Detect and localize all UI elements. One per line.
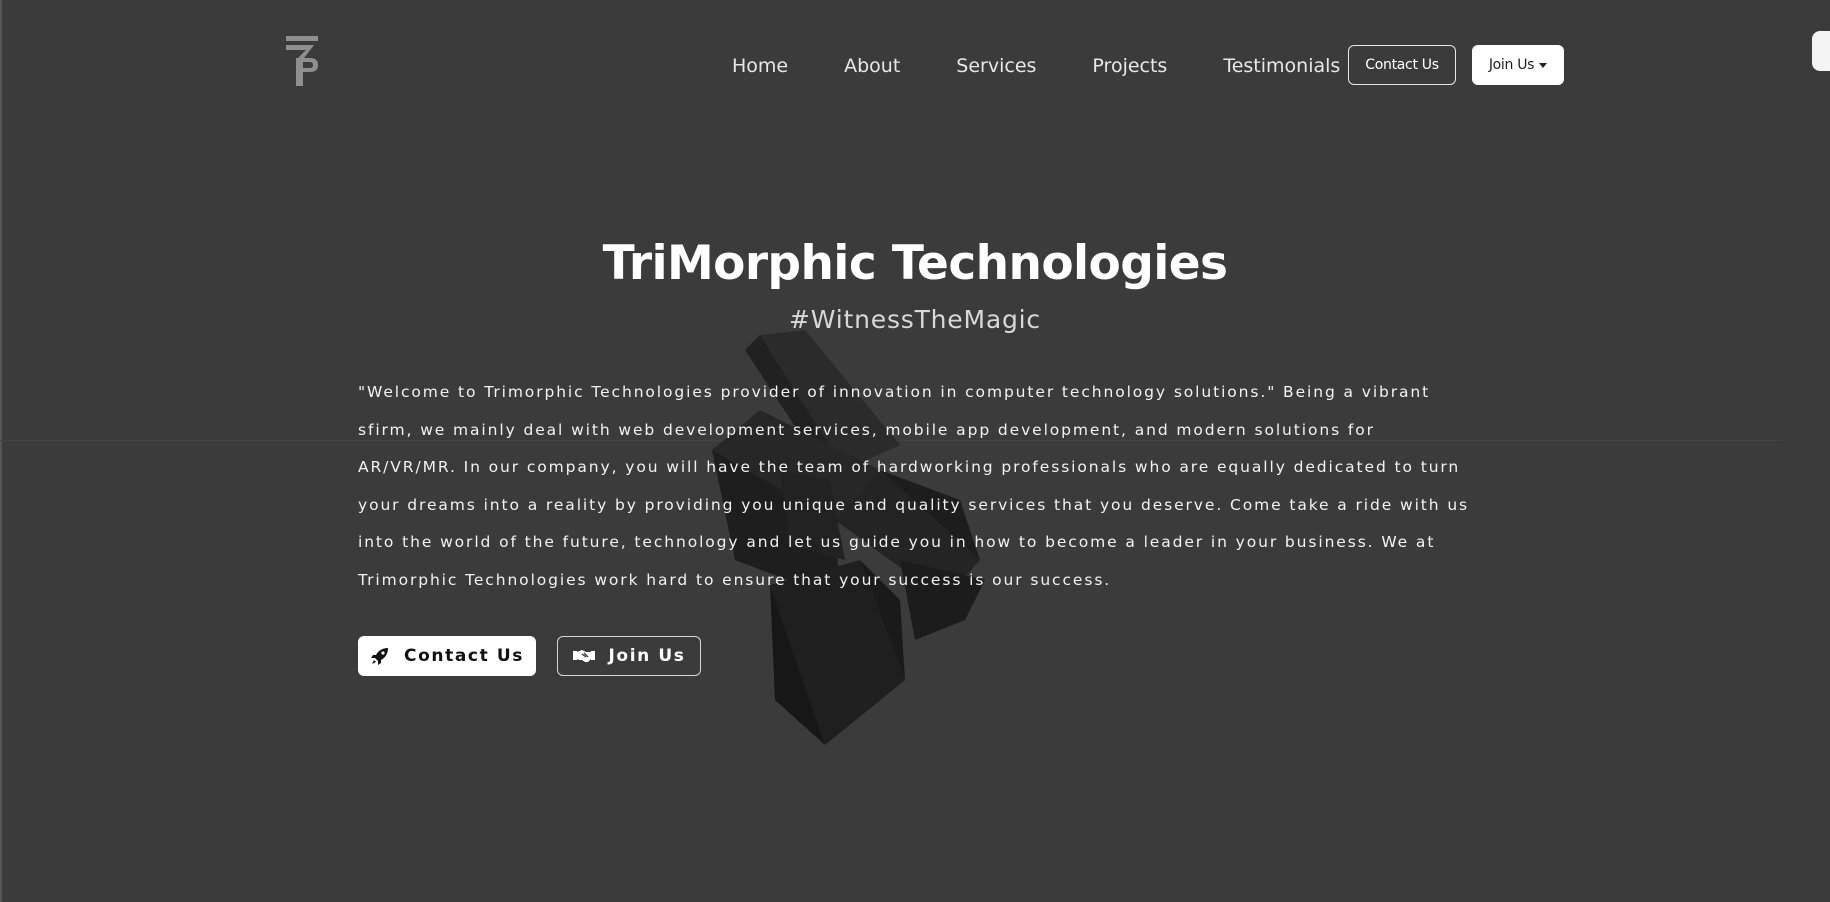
nav-link-projects[interactable]: Projects xyxy=(1092,55,1167,77)
page: Home About Services Projects Testimonial… xyxy=(0,0,1830,902)
nav-join-dropdown[interactable]: Join Us xyxy=(1472,45,1564,85)
nav-link-about[interactable]: About xyxy=(844,55,900,77)
tp-monogram-logo[interactable] xyxy=(284,34,320,88)
nav-join-label: Join Us xyxy=(1488,57,1535,73)
hero-description: "Welcome to Trimorphic Technologies prov… xyxy=(358,383,1470,589)
nav-link-home[interactable]: Home xyxy=(732,55,788,77)
hero-tagline: #WitnessTheMagic xyxy=(789,305,1041,334)
hero-title: TriMorphic Technologies xyxy=(602,236,1228,291)
nav-link-testimonials[interactable]: Testimonials xyxy=(1223,55,1340,77)
join-us-label: Join Us xyxy=(608,646,686,666)
contact-us-label: Contact Us xyxy=(404,646,524,666)
caret-down-icon xyxy=(1539,63,1548,68)
nav-contact-button[interactable]: Contact Us xyxy=(1348,45,1456,85)
main-nav: Home About Services Projects Testimonial… xyxy=(732,45,1340,87)
nav-contact-label: Contact Us xyxy=(1365,57,1439,73)
rocket-icon xyxy=(371,648,389,665)
handshake-icon xyxy=(572,650,595,662)
left-border xyxy=(0,0,2,902)
join-us-button[interactable]: Join Us xyxy=(557,636,701,676)
contact-us-button[interactable]: Contact Us xyxy=(358,636,536,676)
nav-link-services[interactable]: Services xyxy=(956,55,1036,77)
side-widget-tab[interactable] xyxy=(1812,31,1830,71)
